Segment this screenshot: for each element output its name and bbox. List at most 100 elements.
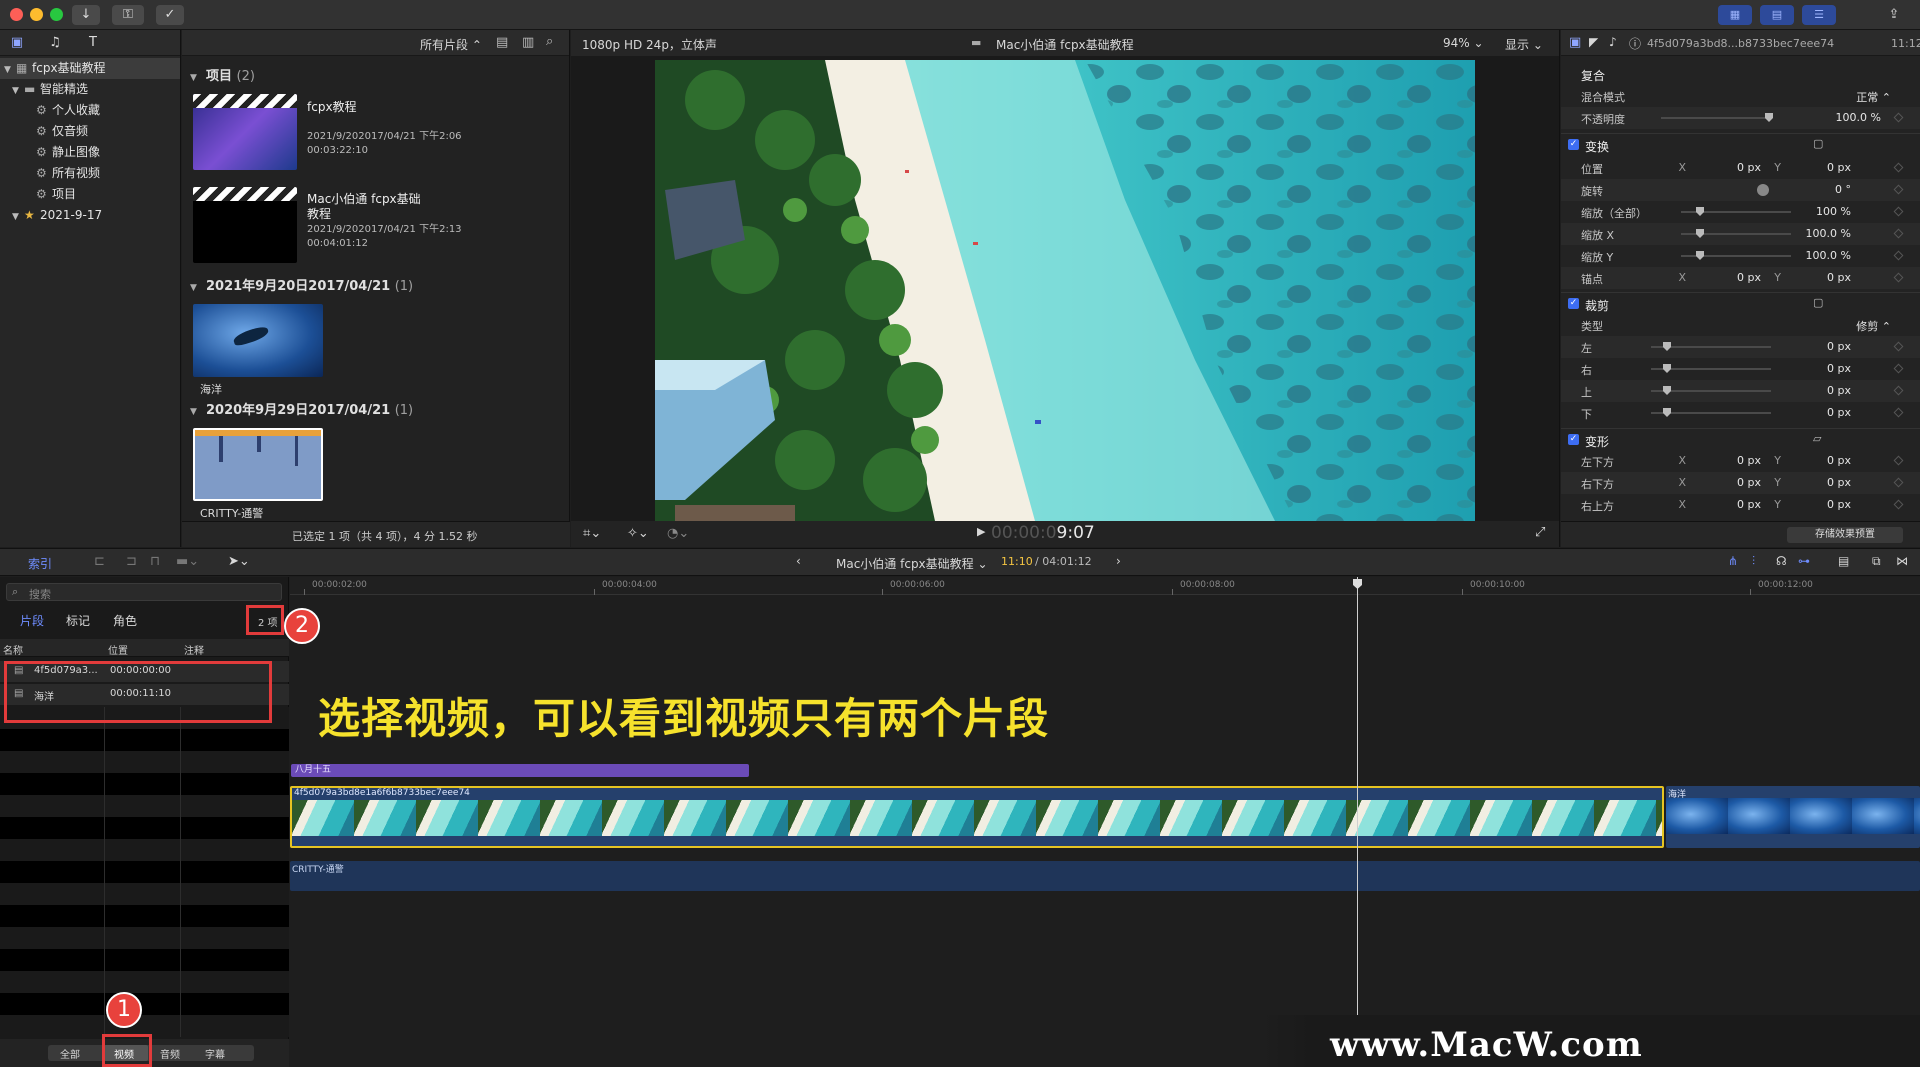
key-icon[interactable]: ⚿ <box>112 5 144 25</box>
filter-audio[interactable]: 音频 <box>160 1046 180 1061</box>
transform-checkbox[interactable]: ✓ <box>1568 139 1579 150</box>
distort-bottom-left-row[interactable]: 左下方 X 0 px Y 0 px <box>1561 450 1920 472</box>
playhead[interactable] <box>1357 577 1358 1067</box>
retime-icon[interactable]: ◔⌄ <box>667 526 689 541</box>
audio-skimming-icon[interactable]: ⫶ <box>1752 554 1755 569</box>
timeline-project-dropdown[interactable]: Mac小伯通 fcpx基础教程 ⌄ <box>836 555 988 572</box>
video-clip-main[interactable]: 4f5d079a3bd8e1a6f6b8733bec7eee74 <box>290 786 1664 848</box>
projects-section-header[interactable]: ▼ 项目 (2) <box>190 65 255 84</box>
library-item-stills[interactable]: ⚙ 静止图像 <box>0 142 180 163</box>
minimize-window-button[interactable] <box>30 8 43 21</box>
crop-section[interactable]: ✓ 裁剪 ▢ <box>1561 292 1920 314</box>
transform-section[interactable]: ✓ 变换 ▢ <box>1561 133 1920 155</box>
share-icon[interactable]: ⇪ <box>1880 5 1908 25</box>
back-arrow-icon[interactable]: ‹ <box>796 554 801 568</box>
forward-arrow-icon[interactable]: › <box>1116 554 1121 568</box>
transitions-browser-icon[interactable]: ⋈ <box>1896 554 1908 568</box>
timeline-index-button[interactable]: 索引 <box>28 555 52 572</box>
transform-onscreen-icon[interactable]: ▢ <box>1813 137 1823 150</box>
titles-generators-icon[interactable]: T <box>84 35 102 51</box>
composite-section[interactable]: 复合 <box>1561 63 1920 85</box>
video-clip-ocean[interactable]: 海洋 <box>1666 786 1920 848</box>
column-notes[interactable]: 注释 <box>184 642 204 657</box>
list-icon[interactable]: ▤ <box>1760 5 1794 25</box>
scale-x-slider[interactable] <box>1681 229 1791 238</box>
project-thumbnail[interactable] <box>193 94 297 170</box>
filter-all[interactable]: 全部 <box>60 1046 80 1061</box>
library-item-fcpx[interactable]: ▼ ▦ fcpx基础教程 <box>0 58 180 79</box>
library-item-projects[interactable]: ⚙ 项目 <box>0 184 180 205</box>
library-item-smart-collections[interactable]: ▼ ▬ 智能精选 <box>0 79 180 100</box>
rotation-row[interactable]: 旋转 0 ° <box>1561 179 1920 201</box>
insert-clip-icon[interactable]: ⊐ <box>126 554 137 569</box>
tab-clips[interactable]: 片段 <box>20 612 44 629</box>
crop-left-row[interactable]: 左 0 px <box>1561 336 1920 358</box>
clip-thumbnail-audio[interactable] <box>193 428 323 501</box>
distort-top-right-row[interactable]: 右上方 X 0 px Y 0 px <box>1561 494 1920 516</box>
libraries-icon[interactable]: ▣ <box>8 35 26 51</box>
play-button[interactable]: ▶ <box>977 525 985 538</box>
scale-y-row[interactable]: 缩放 Y 100.0 % <box>1561 245 1920 267</box>
check-circle-icon[interactable]: ✓ <box>156 5 184 25</box>
blend-mode-row[interactable]: 混合模式 正常 ⌃ <box>1561 85 1920 107</box>
distort-checkbox[interactable]: ✓ <box>1568 434 1579 445</box>
tab-markers[interactable]: 标记 <box>66 612 90 629</box>
zoom-window-button[interactable] <box>50 8 63 21</box>
scale-all-slider[interactable] <box>1681 207 1791 216</box>
clip-thumbnail-ocean[interactable] <box>193 304 323 377</box>
column-position[interactable]: 位置 <box>108 642 128 657</box>
timecode-display[interactable]: 00:00:09:07 <box>991 523 1095 543</box>
crop-bottom-row[interactable]: 下 0 px <box>1561 402 1920 424</box>
rotation-dial[interactable] <box>1757 184 1769 196</box>
color-inspector-icon[interactable]: ◤ <box>1589 35 1598 49</box>
crop-onscreen-icon[interactable]: ▢ <box>1813 296 1823 309</box>
opacity-slider[interactable] <box>1661 113 1773 122</box>
grid-icon[interactable]: ▦ <box>1718 5 1752 25</box>
opacity-row[interactable]: 不透明度 100.0 % <box>1561 107 1920 129</box>
headphones-icon[interactable]: ☊ <box>1776 554 1787 568</box>
position-row[interactable]: 位置 X 0 px Y 0 px <box>1561 157 1920 179</box>
distort-bottom-right-row[interactable]: 右下方 X 0 px Y 0 px <box>1561 472 1920 494</box>
scale-y-slider[interactable] <box>1681 251 1791 260</box>
crop-tool-icon[interactable]: ⌗⌄ <box>583 526 601 541</box>
event-section-header[interactable]: ▼ 2021年9月20日2017/04/21 (1) <box>190 275 413 294</box>
clip-appearance-icon[interactable]: ▤ <box>496 35 508 50</box>
keyframe-icon[interactable] <box>1893 112 1904 123</box>
search-icon[interactable]: ⌕ <box>546 34 553 49</box>
sliders-icon[interactable]: ☰ <box>1802 5 1836 25</box>
view-options-dropdown[interactable]: 显示 ⌄ <box>1505 36 1543 53</box>
connect-clip-icon[interactable]: ⊏ <box>94 554 105 569</box>
library-item-audio-only[interactable]: ⚙ 仅音频 <box>0 121 180 142</box>
append-clip-icon[interactable]: ⊓ <box>150 554 160 569</box>
clip-filter-dropdown[interactable]: 所有片段 ⌃ <box>420 36 482 53</box>
filmstrip-icon[interactable]: ▥ <box>522 35 534 50</box>
audio-clip[interactable]: CRITTY-通警 <box>290 861 1920 891</box>
index-search-field[interactable]: ⌕ 搜索 <box>6 583 282 601</box>
snapping-icon[interactable]: ⊶ <box>1798 554 1810 568</box>
title-clip[interactable]: 八月十五 <box>291 764 749 777</box>
overwrite-clip-icon[interactable]: ▬⌄ <box>176 554 199 569</box>
save-effects-preset-button[interactable]: 存储效果预置 <box>1787 527 1903 543</box>
crop-checkbox[interactable]: ✓ <box>1568 298 1579 309</box>
skimming-icon[interactable]: ⋔ <box>1728 554 1738 568</box>
enhance-icon[interactable]: ✧⌄ <box>627 526 649 541</box>
video-inspector-icon[interactable]: ▣ <box>1569 35 1581 50</box>
crop-top-row[interactable]: 上 0 px <box>1561 380 1920 402</box>
audio-inspector-icon[interactable]: ♪ <box>1609 35 1617 49</box>
zoom-dropdown[interactable]: 94% ⌄ <box>1443 36 1484 50</box>
distort-onscreen-icon[interactable]: ▱ <box>1813 432 1821 445</box>
library-item-all-video[interactable]: ⚙ 所有视频 <box>0 163 180 184</box>
scale-x-row[interactable]: 缩放 X 100.0 % <box>1561 223 1920 245</box>
fullscreen-icon[interactable]: ⤢ <box>1535 525 1545 540</box>
distort-section[interactable]: ✓ 变形 ▱ <box>1561 428 1920 450</box>
library-item-favorites[interactable]: ⚙ 个人收藏 <box>0 100 180 121</box>
select-tool-icon[interactable]: ➤⌄ <box>228 554 250 569</box>
photos-audio-icon[interactable]: ♫ <box>46 35 64 51</box>
event-section-header[interactable]: ▼ 2020年9月29日2017/04/21 (1) <box>190 399 413 418</box>
anchor-row[interactable]: 锚点 X 0 px Y 0 px <box>1561 267 1920 289</box>
library-item-event[interactable]: ▼ ★ 2021-9-17 <box>0 205 180 226</box>
filter-captions[interactable]: 字幕 <box>205 1046 225 1061</box>
crop-type-row[interactable]: 类型 修剪 ⌃ <box>1561 314 1920 336</box>
project-thumbnail[interactable] <box>193 187 297 263</box>
download-icon[interactable]: ↓ <box>72 5 100 25</box>
